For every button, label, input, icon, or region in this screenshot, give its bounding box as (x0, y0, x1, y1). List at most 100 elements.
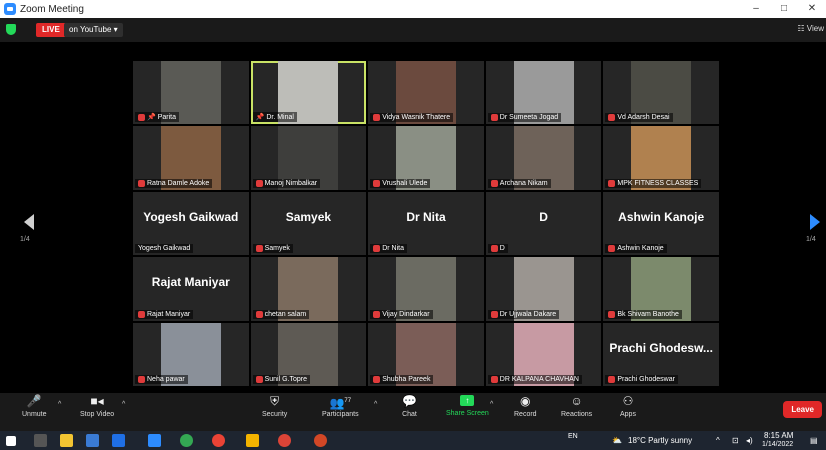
participant-name: Bk Shivam Banothe (617, 310, 679, 318)
participant-tile[interactable]: Vrushali Ulede (368, 126, 484, 190)
record-button[interactable]: ◉ Record (514, 395, 537, 418)
unmute-button[interactable]: 🎤 Unmute (22, 395, 47, 418)
video-options-caret[interactable]: ^ (122, 401, 125, 408)
participant-tile[interactable]: Dr Ujjwala Dakare (485, 257, 602, 321)
mail-icon[interactable] (86, 434, 99, 447)
participant-tile[interactable]: Sunil G.Topre (250, 322, 367, 386)
participants-button[interactable]: 👥77 Participants (322, 395, 359, 418)
apps-icon: ⚇ (622, 394, 634, 408)
participant-display-name: Dr Nita (406, 209, 446, 224)
participant-tile[interactable]: Dr Sumeeta Jogad (485, 61, 602, 125)
participant-tile[interactable]: Rajat Maniyar Rajat Maniyar (133, 257, 249, 321)
browser-icon[interactable] (278, 434, 291, 447)
muted-mic-icon (255, 179, 263, 187)
muted-mic-icon (608, 179, 616, 187)
participant-tile[interactable]: Bk Shivam Banothe (603, 257, 719, 321)
participant-tile[interactable]: Prachi Ghodesw... Prachi Ghodeswar (603, 322, 719, 386)
chat-bubble-icon: 💬 (402, 394, 417, 408)
participant-name: D (499, 245, 505, 253)
minimize-button[interactable]: – (742, 0, 770, 18)
participant-tile[interactable]: 📌 Dr. Minal (250, 61, 367, 125)
participant-name-label: Dr Ujjwala Dakare (487, 309, 560, 319)
participant-tile[interactable]: chetan salam (250, 257, 367, 321)
participant-display-name: D (539, 209, 548, 224)
chevron-left-icon[interactable] (24, 214, 34, 230)
muted-mic-icon (373, 375, 381, 383)
participant-name-label: Vd Adarsh Desai (605, 113, 673, 123)
participant-tile[interactable]: Archana Nikam (485, 126, 602, 190)
participant-tile[interactable]: Manoj Nimbalkar (250, 126, 367, 190)
participant-name: Vd Adarsh Desai (617, 114, 670, 122)
share-screen-button[interactable]: ↑ Share Screen (446, 395, 489, 417)
participant-name-label: Vrushali Ulede (370, 178, 431, 188)
participant-tile[interactable]: Yogesh Gaikwad Yogesh Gaikwad (133, 191, 249, 256)
participant-name: Prachi Ghodeswar (617, 375, 675, 383)
muted-mic-icon (490, 310, 498, 318)
share-options-caret[interactable]: ^ (490, 401, 493, 408)
participant-name: Ashwin Kanoje (617, 245, 664, 253)
live-badge[interactable]: LIVE (36, 23, 66, 37)
language-indicator[interactable]: EN (568, 431, 578, 443)
participant-tile[interactable]: Vijay Dindarkar (368, 257, 484, 321)
participant-tile[interactable]: Vidya Wasnik Thatere (368, 61, 484, 125)
participant-tile[interactable]: MPK FITNESS CLASSES (603, 126, 719, 190)
participants-options-caret[interactable]: ^ (374, 401, 377, 408)
tray-chevron-icon[interactable]: ^ (716, 431, 720, 450)
store-icon[interactable] (112, 434, 125, 447)
zoom-app-icon[interactable] (148, 434, 161, 447)
clock-date[interactable]: 1/14/2022 (762, 440, 793, 450)
file-explorer-icon[interactable] (60, 434, 73, 447)
participant-name: DR KALPANA CHAVHAN (499, 375, 579, 383)
participant-tile[interactable]: Neha pawar (133, 322, 249, 386)
participant-name-label: Manoj Nimbalkar (252, 178, 321, 188)
reactions-button[interactable]: ☺ Reactions (561, 395, 592, 418)
participant-tile[interactable]: Vd Adarsh Desai (603, 61, 719, 125)
participant-tile[interactable]: 📌 Parita (133, 61, 249, 125)
audio-options-caret[interactable]: ^ (58, 401, 61, 408)
pin-icon: 📌 (147, 114, 156, 122)
participant-name-label: chetan salam (252, 309, 310, 319)
weather-icon[interactable]: ⛅ (612, 431, 622, 450)
participant-tile[interactable]: Ashwin Kanoje Ashwin Kanoje (603, 191, 719, 256)
participant-tile[interactable]: Shubha Pareek (368, 322, 484, 386)
leave-button[interactable]: Leave (783, 401, 822, 418)
participant-name: Samyek (264, 245, 290, 253)
apps-button[interactable]: ⚇ Apps (620, 395, 636, 418)
network-icon[interactable]: ⊡ (732, 431, 739, 450)
weather-text[interactable]: 18°C Partly sunny (628, 431, 692, 450)
participant-name-label: Ratna Damle Adoke (135, 178, 213, 188)
chevron-right-icon[interactable] (810, 214, 820, 230)
powerpoint-icon[interactable] (314, 434, 327, 447)
shield-icon[interactable] (6, 24, 16, 35)
participant-tile[interactable]: Ratna Damle Adoke (133, 126, 249, 190)
app-icon[interactable] (246, 434, 259, 447)
participant-tile[interactable]: Samyek Samyek (250, 191, 367, 256)
previous-page-nav[interactable]: 1/4 (20, 214, 38, 250)
view-button[interactable]: ☷ View (797, 24, 824, 33)
participants-count: 77 (344, 398, 352, 404)
task-view-icon[interactable] (34, 434, 47, 447)
close-button[interactable]: ✕ (798, 0, 826, 18)
page-indicator-left: 1/4 (20, 236, 30, 243)
next-page-nav[interactable]: 1/4 (806, 214, 824, 250)
meeting-toolbar: 🎤 Unmute ^ ■◂ Stop Video ^ ⛨ Security 👥7… (0, 393, 826, 431)
participant-tile[interactable]: DR KALPANA CHAVHAN (485, 322, 602, 386)
participant-tile[interactable]: Dr Nita Dr Nita (368, 191, 484, 256)
participant-name: Dr Nita (382, 245, 404, 253)
windows-start-icon[interactable] (6, 436, 16, 446)
participant-name: Manoj Nimbalkar (264, 179, 318, 187)
live-destination-dropdown[interactable]: on YouTube ▾ (64, 23, 123, 37)
stop-video-button[interactable]: ■◂ Stop Video (80, 395, 114, 418)
maximize-button[interactable]: □ (770, 0, 798, 18)
participant-name-label: Prachi Ghodeswar (605, 374, 678, 384)
chrome-profile-icon[interactable] (212, 434, 225, 447)
chrome-icon[interactable] (180, 434, 193, 447)
participant-name: Vidya Wasnik Thatere (382, 114, 451, 122)
chat-button[interactable]: 💬 Chat (402, 395, 417, 418)
participant-tile[interactable]: DD (485, 191, 602, 256)
notification-icon[interactable]: ▤ (810, 431, 818, 450)
muted-mic-icon (490, 179, 498, 187)
participant-name: Rajat Maniyar (147, 310, 191, 318)
volume-icon[interactable]: ◂) (746, 431, 753, 450)
security-button[interactable]: ⛨ Security (262, 395, 287, 418)
